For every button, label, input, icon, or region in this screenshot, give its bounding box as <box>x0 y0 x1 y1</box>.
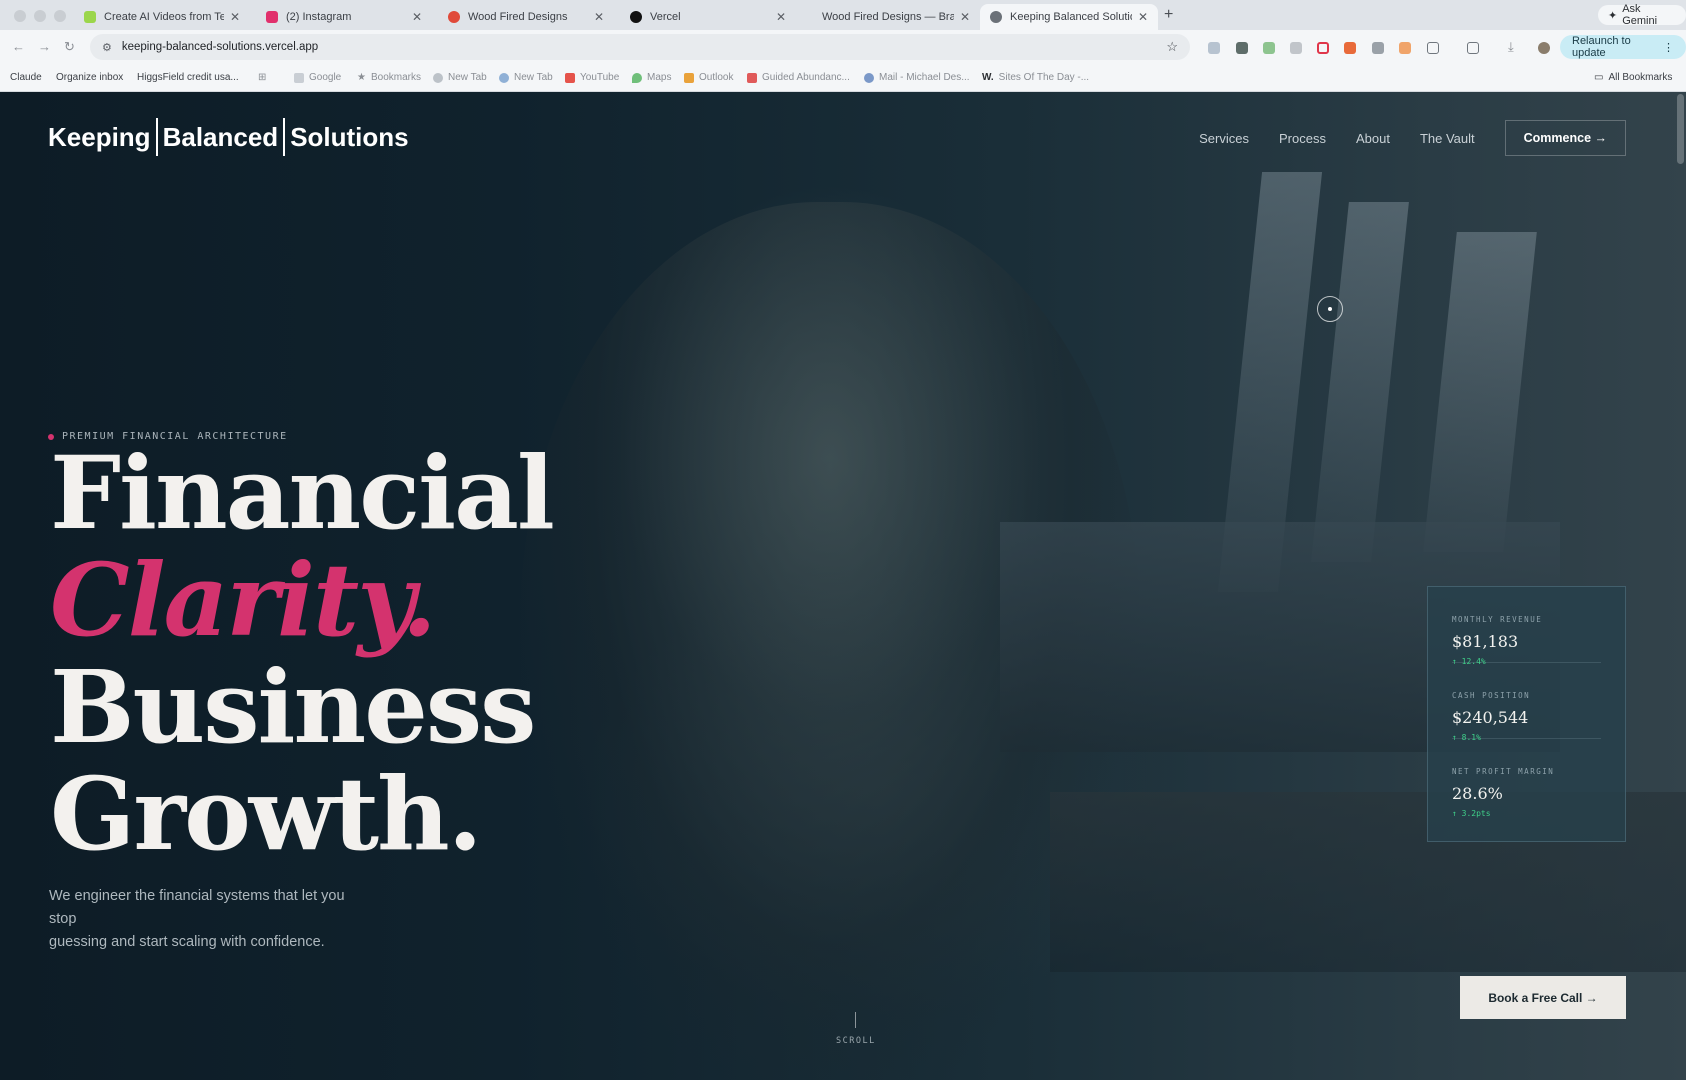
bookmark-google[interactable]: Google <box>294 72 341 83</box>
reload-icon[interactable]: ↻ <box>64 39 75 55</box>
globe-icon <box>990 11 1002 23</box>
scroll-indicator[interactable]: SCROLL <box>836 1012 876 1046</box>
bookmark-sites-of-the-day[interactable]: W. Sites Of The Day -... <box>982 72 1089 83</box>
close-icon[interactable]: ✕ <box>230 10 240 24</box>
url-text[interactable]: keeping-balanced-solutions.vercel.app <box>122 41 318 53</box>
bookmark-new-tab[interactable]: New Tab <box>499 72 553 83</box>
download-icon[interactable]: ⤓ <box>1508 39 1514 55</box>
bookmarks-bar: Claude Organize inbox HiggsField credit … <box>0 64 1686 92</box>
metrics-card: MONTHLY REVENUE $81,183 ↑ 12.4% CASH POS… <box>1427 586 1626 842</box>
forward-icon[interactable]: → <box>38 39 51 54</box>
bookmark-organize-inbox[interactable]: Organize inbox <box>56 72 123 83</box>
tab-favicon <box>448 11 460 23</box>
hero-subcopy: We engineer the financial systems that l… <box>49 888 345 950</box>
nav-the-vault[interactable]: The Vault <box>1420 131 1475 146</box>
bookmark-bookmarks[interactable]: ★ Bookmarks <box>357 72 421 83</box>
extension-icon[interactable] <box>1372 42 1384 54</box>
tab-favicon <box>84 11 96 23</box>
page-scrollbar[interactable] <box>1677 94 1684 164</box>
bookmark-claude[interactable]: Claude <box>10 72 42 83</box>
address-bar[interactable]: ⚙ keeping-balanced-solutions.vercel.app … <box>90 34 1190 60</box>
metric-cash-position: CASH POSITION $240,544 ↑ 8.1% <box>1452 663 1601 742</box>
tab-instagram[interactable]: (2) Instagram ✕ <box>256 4 432 30</box>
w-icon: W. <box>982 72 994 83</box>
google-icon <box>294 72 304 83</box>
metric-monthly-revenue: MONTHLY REVENUE $81,183 ↑ 12.4% <box>1452 587 1601 666</box>
tab-wood-fired-brand[interactable]: Wood Fired Designs — Brand ✕ <box>812 4 980 30</box>
new-tab-button[interactable]: + <box>1164 6 1173 24</box>
youtube-icon <box>565 72 575 83</box>
mail-icon <box>864 72 874 83</box>
tab-wood-fired-designs[interactable]: Wood Fired Designs ✕ <box>438 4 614 30</box>
close-icon[interactable]: ✕ <box>594 10 604 24</box>
extension-icon[interactable] <box>1399 42 1411 54</box>
commence-button[interactable]: Commence → <box>1504 120 1626 156</box>
instagram-icon <box>266 11 278 23</box>
scroll-line <box>855 1012 857 1028</box>
side-panel-icon[interactable] <box>1467 42 1479 54</box>
vercel-icon <box>630 11 642 23</box>
all-bookmarks[interactable]: ▭ All Bookmarks <box>1594 72 1672 83</box>
ask-gemini-button[interactable]: ✦ Ask Gemini <box>1598 3 1686 27</box>
tab-vercel[interactable]: Vercel ✕ <box>620 4 796 30</box>
bookmark-favicon <box>747 72 757 83</box>
extension-icon[interactable] <box>1208 42 1220 54</box>
folder-icon: ▭ <box>1594 72 1604 83</box>
close-icon[interactable]: ✕ <box>960 10 970 24</box>
logo-divider <box>283 118 286 156</box>
bookmark-star-icon[interactable]: ☆ <box>1166 39 1178 55</box>
sparkle-icon: ✦ <box>1608 9 1618 22</box>
relaunch-button[interactable]: Relaunch to update ⋮ <box>1560 35 1686 59</box>
extension-icon[interactable] <box>1317 42 1329 54</box>
extension-icon[interactable] <box>1344 42 1356 54</box>
site-settings-icon[interactable]: ⚙ <box>102 41 112 54</box>
headline-accent: Clarity. <box>50 541 437 659</box>
window-controls[interactable] <box>14 10 66 22</box>
extension-icon[interactable] <box>1236 42 1248 54</box>
bookmark-maps[interactable]: Maps <box>632 72 671 83</box>
main-nav: Services Process About The Vault Commenc… <box>1169 120 1626 156</box>
custom-cursor <box>1317 296 1343 322</box>
puzzle-icon[interactable] <box>1427 42 1439 54</box>
globe-icon <box>433 72 443 83</box>
bookmark-guided-abundance[interactable]: Guided Abundanc... <box>747 72 850 83</box>
globe-icon <box>499 72 509 83</box>
avatar[interactable] <box>1538 42 1550 54</box>
extension-icon[interactable] <box>1290 42 1302 54</box>
apps-grid-icon[interactable]: ⊞ <box>258 72 266 83</box>
logo-divider <box>155 118 158 156</box>
nav-about[interactable]: About <box>1356 131 1390 146</box>
bookmark-new-tab[interactable]: New Tab <box>433 72 487 83</box>
extension-icon[interactable] <box>1263 42 1275 54</box>
metric-change: ↑ 3.2pts <box>1452 809 1491 818</box>
close-icon[interactable]: ✕ <box>1138 10 1148 24</box>
nav-services[interactable]: Services <box>1199 131 1249 146</box>
outlook-icon <box>684 72 694 83</box>
background-window <box>1423 232 1537 552</box>
hero-headline: Financial Clarity. Business Growth. <box>50 434 555 873</box>
more-icon[interactable]: ⋮ <box>1663 41 1674 54</box>
bookmark-outlook[interactable]: Outlook <box>684 72 733 83</box>
bookmark-higgsfield[interactable]: HiggsField credit usa... <box>137 72 239 83</box>
back-icon[interactable]: ← <box>12 39 25 54</box>
tab-create-ai-videos[interactable]: Create AI Videos from Text & ✕ <box>74 4 250 30</box>
background-window <box>1311 202 1409 562</box>
tab-keeping-balanced[interactable]: Keeping Balanced Solutions | ✕ <box>980 4 1158 30</box>
site-logo[interactable]: Keeping Balanced Solutions <box>48 118 409 156</box>
map-pin-icon <box>632 72 642 83</box>
star-icon: ★ <box>357 72 366 83</box>
browser-tab-bar: Create AI Videos from Text & ✕ (2) Insta… <box>0 0 1686 30</box>
metric-net-profit-margin: NET PROFIT MARGIN 28.6% ↑ 3.2pts <box>1452 739 1601 818</box>
bookmark-youtube[interactable]: YouTube <box>565 72 619 83</box>
bookmark-mail[interactable]: Mail - Michael Des... <box>864 72 970 83</box>
browser-toolbar: ← → ↻ ⚙ keeping-balanced-solutions.verce… <box>0 30 1686 64</box>
hero-section: Keeping Balanced Solutions Services Proc… <box>0 92 1686 1080</box>
book-free-call-button[interactable]: Book a Free Call → <box>1460 976 1626 1019</box>
close-icon[interactable]: ✕ <box>776 10 786 24</box>
nav-process[interactable]: Process <box>1279 131 1326 146</box>
close-icon[interactable]: ✕ <box>412 10 422 24</box>
